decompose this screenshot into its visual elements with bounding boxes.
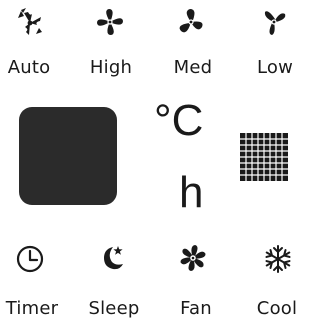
fan-med-icon	[175, 6, 207, 38]
mode-label-auto: Auto	[7, 57, 51, 78]
moon-star-icon	[96, 242, 128, 274]
mode-label-timer: Timer	[5, 298, 59, 319]
fan-high-icon	[94, 6, 126, 38]
grid-display-icon	[240, 133, 288, 181]
snowflake-icon	[262, 243, 294, 275]
celsius-unit: °C	[154, 96, 204, 145]
mode-label-low: Low	[256, 57, 294, 78]
mode-label-high: High	[89, 57, 133, 78]
lcd-display-block	[19, 107, 117, 205]
mode-label-med: Med	[173, 57, 213, 78]
mode-label-cool: Cool	[256, 298, 298, 319]
hours-unit: h	[179, 168, 204, 217]
mode-label-sleep: Sleep	[88, 298, 140, 319]
clock-icon	[14, 243, 46, 275]
fan-icon	[177, 242, 209, 274]
auto-fan-icon	[14, 6, 46, 38]
fan-low-icon	[258, 6, 290, 38]
mode-label-fan: Fan	[180, 298, 212, 319]
